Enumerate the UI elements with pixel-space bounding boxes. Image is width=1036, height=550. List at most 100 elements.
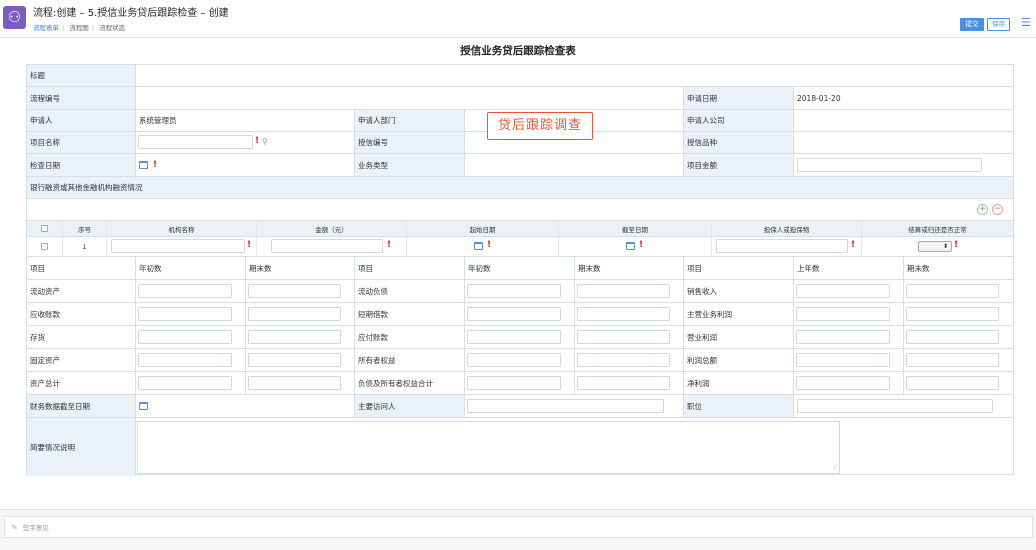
fin-value-input[interactable] — [138, 284, 232, 298]
required-mark: ! — [954, 240, 959, 250]
tab-flow-chart[interactable]: 流程图 — [69, 24, 89, 32]
fin-col-header: 项目 — [684, 257, 794, 279]
fin-value-input[interactable] — [138, 307, 232, 321]
fin-value-input[interactable] — [577, 284, 670, 298]
fin-value-input[interactable] — [138, 330, 232, 344]
calendar-icon[interactable] — [139, 402, 148, 410]
row-check-date: 检查日期 ! 业务类型 项目金额 — [27, 154, 1013, 177]
remove-row-icon[interactable]: − — [992, 204, 1003, 215]
field-subject[interactable] — [136, 65, 1013, 86]
amount-input[interactable] — [271, 239, 383, 253]
project-amount-input[interactable] — [797, 158, 982, 172]
fin-value-input[interactable] — [577, 353, 670, 367]
fin-value-input[interactable] — [577, 376, 670, 390]
save-button[interactable]: 保存 — [987, 18, 1010, 31]
field-flow-no — [136, 87, 684, 109]
fin-value-input[interactable] — [248, 376, 341, 390]
check-date-cell: ! — [136, 154, 355, 176]
label-subject: 标题 — [27, 65, 136, 86]
fin-value-input[interactable] — [906, 376, 999, 390]
fin-value-input[interactable] — [467, 307, 561, 321]
row-summary: 简要情况说明 ⟋ — [27, 418, 1013, 476]
fin-col-header: 上年数 — [794, 257, 904, 279]
position-input[interactable] — [797, 399, 993, 413]
required-mark: ! — [153, 160, 158, 170]
fin-value-input[interactable] — [467, 376, 561, 390]
page-title: 流程:创建 – 5.授信业务贷后跟踪检查 – 创建 — [33, 8, 229, 19]
fin-row: 应收账款 短期借款 主营业务利润 — [27, 303, 1013, 326]
fin-value-input[interactable] — [467, 330, 561, 344]
fin-item-label: 短期借款 — [355, 303, 465, 325]
required-mark: ! — [639, 240, 644, 250]
fin-value-input[interactable] — [138, 353, 232, 367]
fin-value-input[interactable] — [796, 376, 890, 390]
calendar-icon[interactable] — [139, 161, 148, 169]
fin-value-cell — [246, 280, 355, 302]
fin-value-cell — [794, 349, 904, 371]
fin-item-label: 主营业务利润 — [684, 303, 794, 325]
fin-value-cell — [904, 326, 1013, 348]
submit-button[interactable]: 提交 — [960, 18, 984, 31]
settlement-select[interactable]: ⬍ — [918, 241, 952, 252]
required-mark: ! — [247, 240, 252, 250]
calendar-icon[interactable] — [474, 242, 483, 250]
fin-value-input[interactable] — [906, 284, 999, 298]
fin-value-input[interactable] — [138, 376, 232, 390]
row-subject: 标题 — [27, 65, 1013, 87]
fin-value-cell — [575, 280, 684, 302]
col-guarantor: 担保人或担保物 — [712, 221, 862, 236]
project-name-input[interactable] — [138, 135, 253, 149]
institution-input[interactable] — [111, 239, 245, 253]
tab-flow-form[interactable]: 流程表单 — [33, 24, 59, 32]
fin-row: 流动资产 流动负债 销售收入 — [27, 280, 1013, 303]
row-fin-date: 财务数据截至日期 主要访问人 职位 — [27, 395, 1013, 418]
label-visitor: 主要访问人 — [355, 395, 465, 417]
bottom-panel: ✎ 签字意见 — [0, 509, 1036, 550]
fin-col-header: 期末数 — [907, 263, 930, 273]
fin-value-input[interactable] — [248, 307, 341, 321]
fin-value-cell — [246, 303, 355, 325]
fin-value-input[interactable] — [467, 284, 561, 298]
fin-value-input[interactable] — [577, 330, 670, 344]
menu-icon[interactable]: ☰ — [1021, 17, 1033, 29]
row-checkbox[interactable] — [41, 243, 48, 250]
resize-grip-icon[interactable]: ⟋ — [833, 464, 837, 472]
fin-item-label: 负债及所有者权益合计 — [355, 372, 465, 394]
sign-opinion-field[interactable]: ✎ 签字意见 — [4, 516, 1033, 538]
label-credit-type: 授信品种 — [684, 132, 794, 153]
fin-value-input[interactable] — [248, 284, 341, 298]
fin-col-header: 项目 — [27, 257, 136, 279]
fin-value-input[interactable] — [577, 307, 670, 321]
label-project-name: 项目名称 — [27, 132, 136, 153]
fin-value-cell — [794, 326, 904, 348]
fin-value-input[interactable] — [906, 353, 999, 367]
fin-value-input[interactable] — [467, 353, 561, 367]
fin-value-input[interactable] — [906, 330, 999, 344]
fin-item-label: 流动负债 — [355, 280, 465, 302]
fin-value-cell — [465, 372, 575, 394]
add-row-icon[interactable]: + — [977, 204, 988, 215]
label-applicant: 申请人 — [27, 110, 136, 131]
visitor-input[interactable] — [467, 399, 664, 413]
fin-value-input[interactable] — [248, 330, 341, 344]
row-flow-no: 流程编号 申请日期 2018-01-20 — [27, 87, 1013, 110]
summary-textarea[interactable]: ⟋ — [137, 421, 840, 474]
fin-value-input[interactable] — [796, 307, 890, 321]
guarantor-input[interactable] — [716, 239, 848, 253]
fin-value-input[interactable] — [796, 330, 890, 344]
calendar-icon[interactable] — [626, 242, 635, 250]
fin-value-input[interactable] — [796, 353, 890, 367]
select-all-checkbox[interactable] — [41, 225, 48, 232]
fin-value-cell — [136, 303, 246, 325]
search-icon[interactable]: ⚲ — [262, 137, 268, 146]
label-credit-no: 授信编号 — [355, 132, 465, 153]
tab-flow-status[interactable]: 流程状态 — [99, 24, 125, 32]
fin-value-input[interactable] — [248, 353, 341, 367]
fin-value-cell — [904, 349, 1013, 371]
fin-value-cell — [904, 372, 1013, 394]
fin-value-input[interactable] — [906, 307, 999, 321]
fin-col-header: 项目 — [355, 257, 465, 279]
fin-value-input[interactable] — [796, 284, 890, 298]
label-position: 职位 — [684, 395, 794, 417]
label-check-date: 检查日期 — [27, 154, 136, 176]
